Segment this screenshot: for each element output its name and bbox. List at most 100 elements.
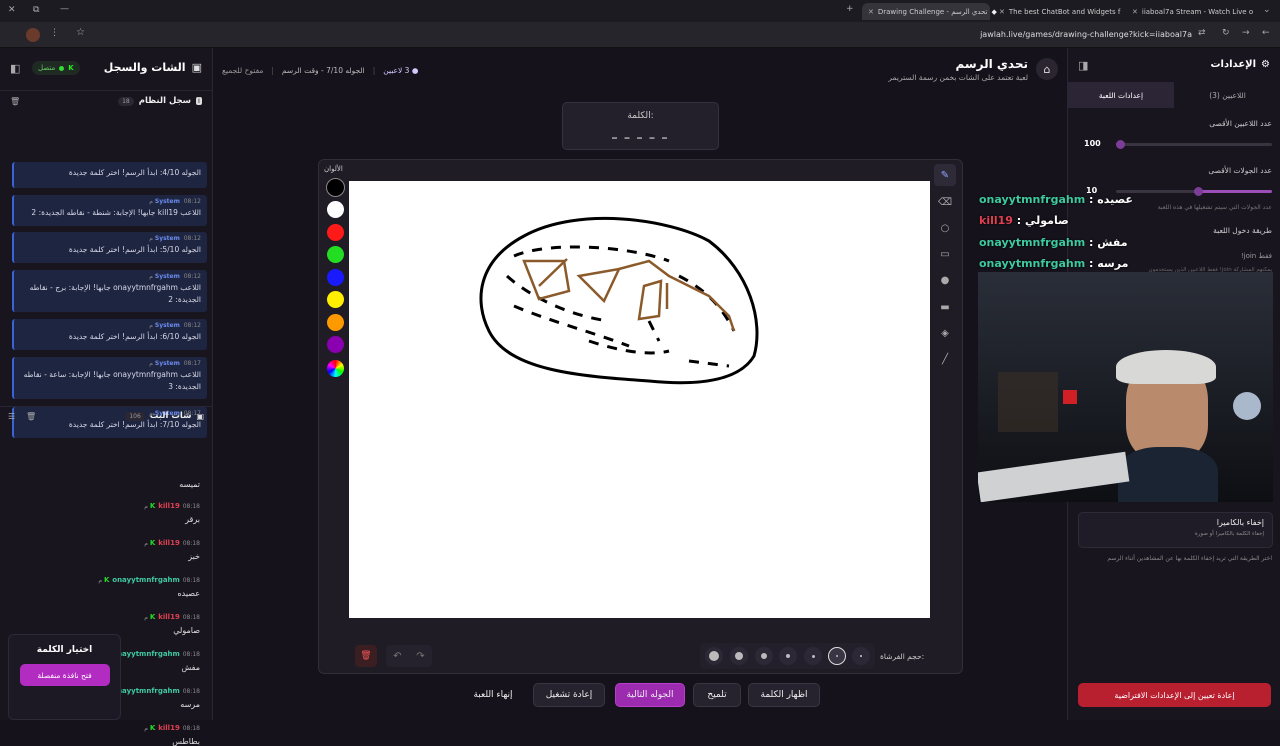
brush-size-selected[interactable] bbox=[828, 647, 846, 665]
filled-circle-tool-icon[interactable]: ● bbox=[934, 269, 956, 291]
line-tool-icon[interactable]: ╱ bbox=[934, 348, 956, 370]
page-title: تحدي الرسم bbox=[955, 57, 1028, 71]
brush-size-sm[interactable] bbox=[779, 647, 797, 665]
tab-players[interactable]: اللاعبين (3) bbox=[1174, 82, 1280, 108]
drawing-canvas[interactable] bbox=[349, 181, 930, 618]
filter-icon[interactable]: ☰ bbox=[8, 412, 15, 421]
hide-camera-title: إخفاء بالكاميرا bbox=[1216, 518, 1264, 527]
live-chat-title: شات البث bbox=[149, 411, 192, 421]
tab-stream[interactable]: ✕ iiaboal7a Stream - Watch Live o bbox=[1128, 3, 1256, 20]
kick-icon: K bbox=[103, 576, 110, 584]
chat-username[interactable]: kill19 bbox=[158, 539, 180, 547]
restore-icon[interactable]: ⧉ bbox=[33, 5, 39, 15]
log-meta: System 08:12 م bbox=[20, 235, 201, 242]
collapse-panel-icon[interactable]: ◧ bbox=[10, 62, 20, 75]
chat-log-panel: ◧ متصل K الشات والسجل ▣ 🗑 18 سجل النظام … bbox=[0, 48, 213, 746]
eraser-tool-icon[interactable]: ⌫ bbox=[934, 191, 956, 213]
close-window-icon[interactable]: ✕ bbox=[8, 5, 16, 15]
color-swatch[interactable] bbox=[326, 178, 345, 197]
separator: | bbox=[372, 66, 376, 75]
brush-size-xl[interactable] bbox=[705, 647, 723, 665]
chat-username[interactable]: onayytmnfrgahm bbox=[112, 687, 180, 695]
divider bbox=[0, 90, 212, 91]
word-card: الكلمة: _ _ _ _ _ bbox=[562, 102, 719, 150]
reset-defaults-button[interactable]: إعادة تعيين إلى الإعدادات الافتراضية bbox=[1078, 683, 1271, 707]
fill-bucket-icon[interactable]: ◈ bbox=[934, 322, 956, 344]
color-swatch[interactable] bbox=[327, 336, 344, 353]
divider bbox=[0, 406, 212, 407]
minimize-icon[interactable]: — bbox=[60, 4, 69, 14]
color-swatch[interactable] bbox=[327, 246, 344, 263]
hide-camera-option[interactable]: إخفاء بالكاميرا إخفاء الكلمة بالكاميرا أ… bbox=[1078, 512, 1273, 548]
bookmark-star-icon[interactable]: ☆ bbox=[76, 27, 85, 38]
undo-icon[interactable]: ↶ bbox=[393, 651, 401, 662]
color-swatch[interactable] bbox=[327, 201, 344, 218]
chat-username[interactable]: onayytmnfrgahm bbox=[112, 576, 180, 584]
home-icon[interactable]: ⌂ bbox=[1036, 58, 1058, 80]
word-choice-card: اختيار الكلمة فتح نافذة منفصلة bbox=[8, 634, 121, 720]
hint-button[interactable]: تلميح bbox=[693, 683, 741, 707]
chat-username[interactable]: kill19 bbox=[158, 724, 180, 732]
open-window-button[interactable]: فتح نافذة منفصلة bbox=[19, 664, 110, 686]
color-swatch[interactable] bbox=[327, 224, 344, 241]
join-mode-value[interactable]: !join فقط bbox=[1241, 252, 1272, 260]
system-log-entry: System 08:12 م الجوله 6/10: ابدأ الرسم! ا… bbox=[12, 319, 207, 350]
close-tab-icon[interactable]: ✕ bbox=[1132, 8, 1138, 16]
collapse-settings-icon[interactable]: ◨ bbox=[1078, 59, 1088, 72]
pen-tool-icon[interactable]: ✎ bbox=[934, 164, 956, 186]
tune-icon[interactable]: ⇄ bbox=[1198, 28, 1206, 38]
rectangle-tool-icon[interactable]: ▭ bbox=[934, 243, 956, 265]
log-message: اللاعب onayytmnfrgahm جابها! الإجابة: سا… bbox=[23, 370, 201, 391]
back-icon[interactable]: ← bbox=[1262, 28, 1270, 38]
end-game-button[interactable]: إنهاء اللعبة bbox=[462, 683, 524, 707]
brush-size-md[interactable] bbox=[755, 647, 773, 665]
filled-rectangle-tool-icon[interactable]: ▬ bbox=[934, 296, 956, 318]
close-tab-icon[interactable]: ✕ bbox=[999, 8, 1005, 16]
max-rounds-slider[interactable] bbox=[1116, 187, 1272, 196]
tab-drawing-challenge[interactable]: ✕ Drawing Challenge - تحدي الرسم ◆ bbox=[862, 3, 997, 20]
slider-handle[interactable] bbox=[1194, 187, 1203, 196]
chevron-down-icon[interactable]: ⌄ bbox=[1263, 5, 1271, 15]
tab-label: iiaboal7a Stream - Watch Live o bbox=[1141, 7, 1254, 16]
chat-username[interactable]: onayytmnfrgahm bbox=[112, 650, 180, 658]
chat-meta: K kill19 08:18 م bbox=[20, 723, 200, 733]
address-bar[interactable]: jawlah.live/games/drawing-challenge?kick… bbox=[900, 30, 1192, 39]
restart-button[interactable]: إعادة تشغيل bbox=[533, 683, 605, 707]
color-swatch[interactable] bbox=[327, 269, 344, 286]
reload-icon[interactable]: ↻ bbox=[1222, 28, 1230, 38]
color-swatch[interactable] bbox=[327, 314, 344, 331]
browser-toolbar: ⋮ ☆ jawlah.live/games/drawing-challenge?… bbox=[0, 22, 1280, 48]
log-message: اللاعب onayytmnfrgahm جابها! الإجابة: بر… bbox=[29, 283, 201, 304]
chat-username[interactable]: kill19 bbox=[158, 502, 180, 510]
max-players-slider[interactable] bbox=[1116, 140, 1272, 149]
brush-size-xs[interactable] bbox=[804, 647, 822, 665]
gear-icon: ⚙ bbox=[1261, 59, 1270, 70]
slider-handle[interactable] bbox=[1116, 140, 1125, 149]
clear-canvas-icon[interactable]: 🗑 bbox=[355, 645, 377, 667]
log-meta: System 08:12 م bbox=[20, 198, 201, 205]
profile-avatar[interactable] bbox=[26, 28, 40, 42]
circle-tool-icon[interactable]: ○ bbox=[934, 217, 956, 239]
chat-username[interactable]: kill19 bbox=[158, 613, 180, 621]
close-tab-icon[interactable]: ✕ bbox=[868, 8, 874, 16]
color-picker-icon[interactable] bbox=[327, 360, 344, 377]
forward-icon[interactable]: → bbox=[1242, 28, 1250, 38]
overlay-username: kill19 bbox=[979, 214, 1013, 227]
extensions-icon[interactable]: ⋮ bbox=[50, 28, 59, 38]
tab-chatbot[interactable]: ✕ The best ChatBot and Widgets f bbox=[995, 3, 1123, 20]
join-mode-label: طريقة دخول اللعبة bbox=[1213, 226, 1272, 235]
webcam-feed bbox=[978, 272, 1273, 502]
brush-size-lg[interactable] bbox=[730, 647, 748, 665]
chat-meta: K kill19 08:18 م bbox=[20, 501, 200, 511]
new-tab-icon[interactable]: + bbox=[846, 4, 854, 14]
next-round-button[interactable]: الجوله التالية bbox=[615, 683, 685, 707]
tab-game-settings[interactable]: إعدادات اللعبة bbox=[1068, 82, 1174, 108]
trash-icon[interactable]: 🗑 bbox=[26, 412, 36, 421]
max-players-label: عدد اللاعبين الأقصى bbox=[1209, 119, 1272, 128]
log-sender: System bbox=[154, 360, 180, 367]
trash-icon[interactable]: 🗑 bbox=[10, 97, 20, 106]
redo-icon[interactable]: ↷ bbox=[416, 651, 424, 662]
reveal-word-button[interactable]: اظهار الكلمة bbox=[748, 683, 820, 707]
color-swatch[interactable] bbox=[327, 291, 344, 308]
brush-size-tiny[interactable] bbox=[852, 647, 870, 665]
